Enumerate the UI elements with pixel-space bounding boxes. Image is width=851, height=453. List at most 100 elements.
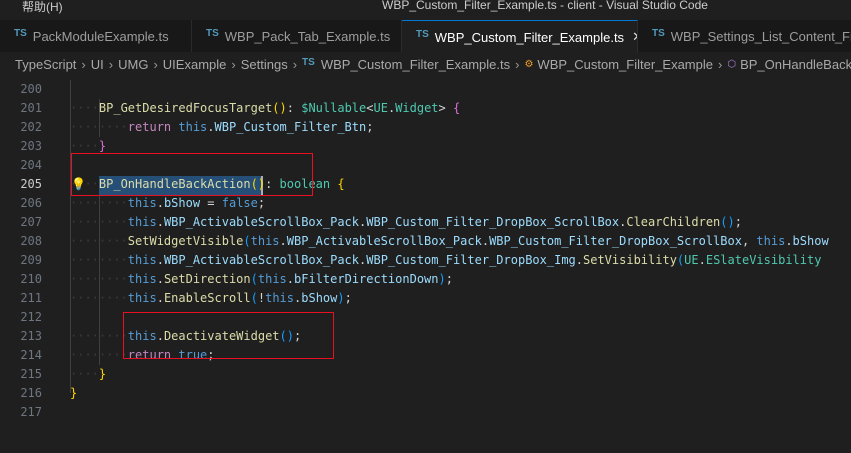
code-token: ········ [70, 215, 128, 229]
code-token: ········ [70, 120, 128, 134]
chevron-right-icon: › [717, 56, 723, 72]
code-token: . [156, 272, 164, 286]
code-token: bShow [301, 291, 338, 305]
code-token: this [127, 253, 157, 267]
line-number: 209 [20, 253, 42, 267]
code-token: ········ [70, 272, 128, 286]
code-line: 217 [0, 403, 851, 422]
code-token: bShow [792, 234, 829, 248]
method-icon: ⬡ [727, 58, 737, 70]
breadcrumb-item[interactable]: UI [91, 57, 104, 72]
code-token: . [207, 120, 215, 134]
line-number: 200 [20, 82, 42, 96]
code-token: SetVisibility [583, 253, 677, 267]
line-number: 213 [20, 329, 42, 343]
code-editor[interactable]: 200 201 ····BP_GetDesiredFocusTarget(): $N… [0, 80, 851, 453]
breadcrumb: TypeScript › UI › UMG › UIExample › Settings… [0, 53, 851, 75]
code-token: WBP_ActivableScrollBox_Pack [163, 215, 360, 229]
code-token: . [156, 196, 164, 210]
window-title: WBP_Custom_Filter_Example.ts - client - … [382, 0, 708, 12]
breadcrumb-item[interactable]: BP_OnHandleBackAction [740, 57, 851, 72]
code-token: ; [344, 291, 352, 305]
code-token: this [127, 291, 157, 305]
code-token: ········ [70, 253, 128, 267]
tab-wbp-settings-list-content-filter[interactable]: TS WBP_Settings_List_Content_Filter [638, 20, 851, 52]
breadcrumb-item[interactable]: TypeScript [15, 57, 76, 72]
code-token: ( [720, 215, 728, 229]
chevron-right-icon: › [515, 56, 520, 72]
line-number: 210 [20, 272, 42, 286]
code-token: ClearChildren [626, 215, 721, 229]
code-line: 211 ········this.EnableScroll(!this.bShow… [0, 289, 851, 308]
code-token: = [200, 196, 222, 210]
code-token: . [156, 215, 164, 229]
code-token: WBP_Custom_Filter_Btn [214, 120, 367, 134]
highlight-box-deactivate-widget [123, 312, 334, 359]
tab-pack-module-example[interactable]: TS PackModuleExample.ts [0, 20, 192, 52]
code-line: 215 ····} [0, 365, 851, 384]
typescript-file-icon: TS [652, 27, 665, 39]
line-number: 201 [20, 101, 42, 115]
code-line: 210 ········this.SetDirection(this.bFilte… [0, 270, 851, 289]
tab-label: WBP_Settings_List_Content_Filter [670, 28, 851, 44]
code-token: ) [279, 101, 287, 115]
code-token: this [250, 234, 280, 248]
code-token: ········ [70, 348, 128, 362]
code-text: ········this.SetDirection(this.bFilterDi… [70, 270, 453, 289]
code-text: ········SetWidgetVisible(this.WBP_Activa… [70, 232, 829, 251]
code-text: ········this.WBP_ActivableScrollBox_Pack… [70, 213, 742, 232]
code-token: . [156, 291, 164, 305]
code-token: SetDirection [163, 272, 251, 286]
code-token: false [221, 196, 258, 210]
chevron-right-icon: › [108, 56, 114, 72]
code-token: { [337, 177, 345, 191]
line-number: 207 [20, 215, 42, 229]
code-line: 207 ········this.WBP_ActivableScrollBox_P… [0, 213, 851, 232]
chevron-right-icon: › [231, 56, 236, 72]
code-token: UE [684, 253, 699, 267]
class-icon: ⚙ [524, 58, 534, 70]
code-token: WBP_Custom_Filter_DropBox_ScrollBox [489, 234, 742, 248]
code-token: ···· [70, 101, 99, 115]
code-token: { [452, 101, 461, 115]
title-bar: 帮助(H) WBP_Custom_Filter_Example.ts - cli… [0, 0, 851, 17]
code-line: 209 ········this.WBP_ActivableScrollBox_P… [0, 251, 851, 270]
code-token: . [156, 253, 164, 267]
code-token: , [741, 234, 757, 248]
menu-help[interactable]: 帮助(H) [22, 0, 63, 15]
breadcrumb-item[interactable]: UMG [118, 57, 148, 72]
code-token: return [127, 120, 179, 134]
line-number: 206 [20, 196, 42, 210]
code-token: ········ [70, 234, 128, 248]
breadcrumb-item[interactable]: WBP_Custom_Filter_Example [537, 57, 713, 72]
code-token: this [756, 234, 786, 248]
breadcrumb-item[interactable]: Settings [241, 57, 288, 72]
code-token: ········ [70, 329, 128, 343]
code-token: ( [250, 272, 258, 286]
code-line: 200 [0, 80, 851, 99]
code-line: 201 ····BP_GetDesiredFocusTarget(): $Null… [0, 99, 851, 118]
code-token: ; [366, 120, 374, 134]
line-number: 212 [20, 310, 42, 324]
code-token: . [698, 253, 706, 267]
code-line: 208 ········SetWidgetVisible(this.WBP_Act… [0, 232, 851, 251]
tab-wbp-pack-tab-example[interactable]: TS WBP_Pack_Tab_Example.ts [192, 20, 402, 52]
line-number: 203 [20, 139, 42, 153]
code-token: this [127, 196, 157, 210]
code-token: this [178, 120, 208, 134]
code-token: . [286, 272, 295, 286]
code-token: BP_GetDesiredFocusTarget [98, 101, 273, 115]
code-token: : [286, 101, 302, 115]
code-token: ) [438, 272, 446, 286]
line-number: 215 [20, 367, 42, 381]
breadcrumb-item[interactable]: UIExample [163, 57, 227, 72]
tab-wbp-custom-filter-example[interactable]: TSWBP_Custom_Filter_Example.ts✕ [402, 20, 638, 53]
code-token: } [98, 367, 107, 381]
code-text: } [70, 384, 77, 403]
code-token: ( [243, 234, 251, 248]
breadcrumb-item[interactable]: WBP_Custom_Filter_Example.ts [321, 57, 510, 72]
chevron-right-icon: › [292, 56, 298, 72]
typescript-file-icon: TS [416, 28, 429, 40]
line-number: 205 [20, 177, 42, 191]
code-token: } [70, 386, 78, 400]
